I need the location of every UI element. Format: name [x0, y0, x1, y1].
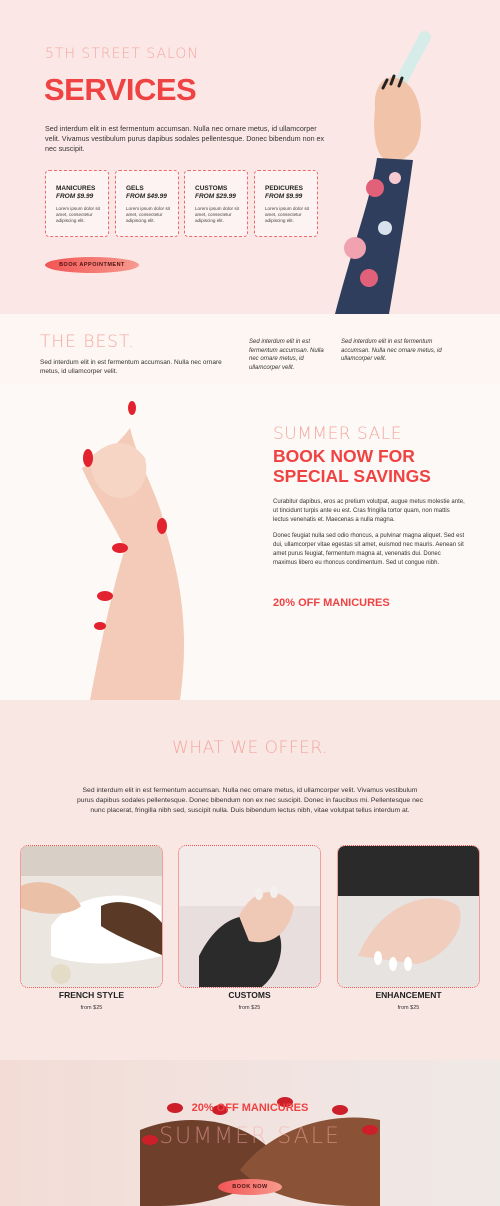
price-card-name: GELS	[126, 185, 144, 192]
price-card-customs: CUSTOMS FROM $29.99 Lorem ipsum dolor si…	[184, 170, 248, 237]
offer-title: WHAT WE OFFER.	[172, 738, 328, 758]
offer-price: from $25	[238, 1005, 261, 1011]
offer-description: Sed interdum elit in est fermentum accum…	[76, 787, 424, 814]
book-appointment-button[interactable]: BOOK APPOINTMENT	[45, 257, 139, 273]
price-card-price: FROM $49.99	[126, 193, 167, 200]
page-title: SERVICES	[44, 72, 197, 107]
price-card-manicures: MANICURES FROM $9.99 Lorem ipsum dolor s…	[45, 170, 109, 237]
offer-price: from $25	[397, 1005, 420, 1011]
offer-section: WHAT WE OFFER. Sed interdum elit in est …	[0, 700, 500, 1060]
offer-name: CUSTOMS	[228, 990, 271, 1000]
summer-sale-section: SUMMER SALE BOOK NOW FOR SPECIAL SAVINGS…	[0, 384, 500, 700]
price-card-name: CUSTOMS	[195, 185, 228, 192]
hero-arm-image	[335, 31, 431, 314]
footer-ghost-title: SUMMER SALE	[159, 1124, 341, 1149]
footer-banner: 20% OFF MANICURES SUMMER SALE BOOK NOW	[0, 1060, 500, 1206]
price-card-pedicures: PEDICURES FROM $9.99 Lorem ipsum dolor s…	[254, 170, 318, 237]
best-section: THE BEST. Sed interdum elit in est ferme…	[0, 314, 500, 384]
hands-image	[82, 401, 185, 700]
best-column-1: Sed interdum elit in est fermentum accum…	[249, 339, 324, 371]
price-card-desc: Lorem ipsum dolor sit amet, consectetur …	[126, 206, 170, 223]
price-card-gels: GELS FROM $49.99 Lorem ipsum dolor sit a…	[115, 170, 179, 237]
price-card-name: PEDICURES	[265, 185, 303, 192]
hero-description: Sed interdum elit in est fermentum accum…	[45, 124, 325, 153]
best-title: THE BEST.	[40, 332, 135, 352]
book-now-button[interactable]: BOOK NOW	[218, 1179, 282, 1195]
sale-paragraph-1: Curabitur dapibus, eros ac pretium volut…	[273, 499, 465, 523]
best-column-2: Sed interdum elit in est fermentum accum…	[341, 339, 442, 362]
footer-promo: 20% OFF MANICURES	[191, 1102, 309, 1114]
offer-image-french-style[interactable]	[20, 845, 163, 988]
price-card-price: FROM $9.99	[56, 193, 94, 200]
price-card-desc: Lorem ipsum dolor sit amet, consectetur …	[195, 206, 239, 223]
hero-section: 5TH STREET SALON SERVICES Sed interdum e…	[0, 0, 500, 314]
offer-image-enhancement[interactable]	[337, 845, 480, 988]
price-card-name: MANICURES	[56, 185, 96, 192]
price-card-desc: Lorem ipsum dolor sit amet, consectetur …	[56, 206, 100, 223]
sale-title: BOOK NOW FOR SPECIAL SAVINGS	[273, 446, 431, 486]
offer-name: FRENCH STYLE	[58, 990, 125, 1000]
price-card-desc: Lorem ipsum dolor sit amet, consectetur …	[265, 206, 309, 223]
price-card-price: FROM $29.99	[195, 193, 236, 200]
best-description: Sed interdum elit in est fermentum accum…	[40, 359, 222, 375]
offer-name: ENHANCEMENT	[375, 990, 442, 1000]
sale-eyebrow: SUMMER SALE	[273, 424, 402, 444]
offer-price: from $25	[80, 1005, 103, 1011]
sale-promo: 20% OFF MANICURES	[273, 597, 390, 609]
sale-paragraph-2: Donec feugiat nulla sed odio rhoncus, a …	[273, 533, 465, 566]
offer-image-customs[interactable]	[178, 845, 321, 988]
salon-name: 5TH STREET SALON	[45, 46, 199, 62]
price-card-price: FROM $9.99	[265, 193, 303, 200]
